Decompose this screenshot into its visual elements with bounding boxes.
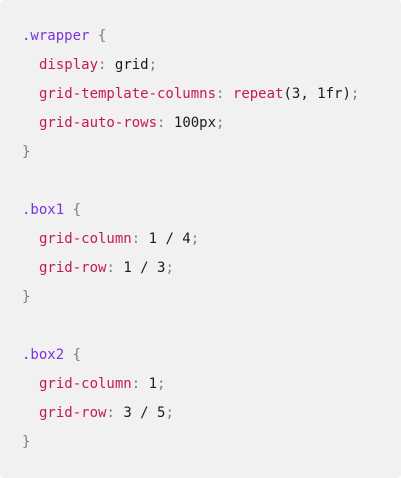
css-selector: .box2 bbox=[22, 347, 65, 363]
code-line: } bbox=[22, 138, 401, 167]
colon: : bbox=[106, 405, 115, 421]
open-brace: { bbox=[72, 347, 82, 363]
semicolon: ; bbox=[350, 86, 360, 102]
css-property: grid-row bbox=[39, 260, 107, 276]
css-property: grid-column bbox=[39, 231, 132, 247]
css-function-args: (3, 1fr) bbox=[283, 86, 351, 102]
semicolon: ; bbox=[216, 115, 225, 131]
colon: : bbox=[131, 376, 141, 392]
open-brace: { bbox=[97, 28, 107, 44]
code-line: grid-row: 3 / 5; bbox=[22, 399, 401, 428]
close-brace: } bbox=[22, 144, 31, 160]
code-line: grid-auto-rows: 100px; bbox=[22, 109, 401, 138]
open-brace: { bbox=[72, 202, 82, 218]
css-selector: .box1 bbox=[22, 202, 65, 218]
code-line: } bbox=[22, 283, 401, 312]
code-line: .wrapper { bbox=[22, 22, 401, 51]
css-property: grid-column bbox=[39, 376, 132, 392]
css-value: 100px bbox=[173, 115, 217, 131]
code-line: .box1 { bbox=[22, 196, 401, 225]
css-property: display bbox=[39, 57, 99, 73]
colon: : bbox=[157, 115, 166, 131]
code-line: display: grid; bbox=[22, 51, 401, 80]
colon: : bbox=[131, 231, 141, 247]
css-selector: .wrapper bbox=[22, 28, 90, 44]
css-function: repeat bbox=[232, 86, 284, 102]
colon: : bbox=[106, 260, 115, 276]
semicolon: ; bbox=[190, 231, 200, 247]
code-line: } bbox=[22, 428, 401, 457]
code-line: grid-column: 1 / 4; bbox=[22, 225, 401, 254]
code-line: .box2 { bbox=[22, 341, 401, 370]
css-value: 1 bbox=[148, 376, 158, 392]
code-block: .wrapper { display: grid; grid-template-… bbox=[0, 0, 401, 478]
semicolon: ; bbox=[165, 405, 174, 421]
css-value: 1 / 4 bbox=[148, 231, 191, 247]
css-value: grid bbox=[114, 57, 149, 73]
colon: : bbox=[216, 86, 225, 102]
close-brace: } bbox=[22, 434, 31, 450]
css-property: grid-row bbox=[39, 405, 107, 421]
semicolon: ; bbox=[157, 376, 166, 392]
colon: : bbox=[98, 57, 107, 73]
semicolon: ; bbox=[165, 260, 174, 276]
code-line: grid-template-columns: repeat(3, 1fr); bbox=[22, 80, 401, 109]
css-value: 3 / 5 bbox=[123, 405, 166, 421]
css-property: grid-auto-rows bbox=[39, 115, 158, 131]
close-brace: } bbox=[22, 289, 31, 305]
code-line: grid-row: 1 / 3; bbox=[22, 254, 401, 283]
css-property: grid-template-columns bbox=[39, 86, 217, 102]
code-line: grid-column: 1; bbox=[22, 370, 401, 399]
semicolon: ; bbox=[148, 57, 158, 73]
css-value: 1 / 3 bbox=[123, 260, 166, 276]
